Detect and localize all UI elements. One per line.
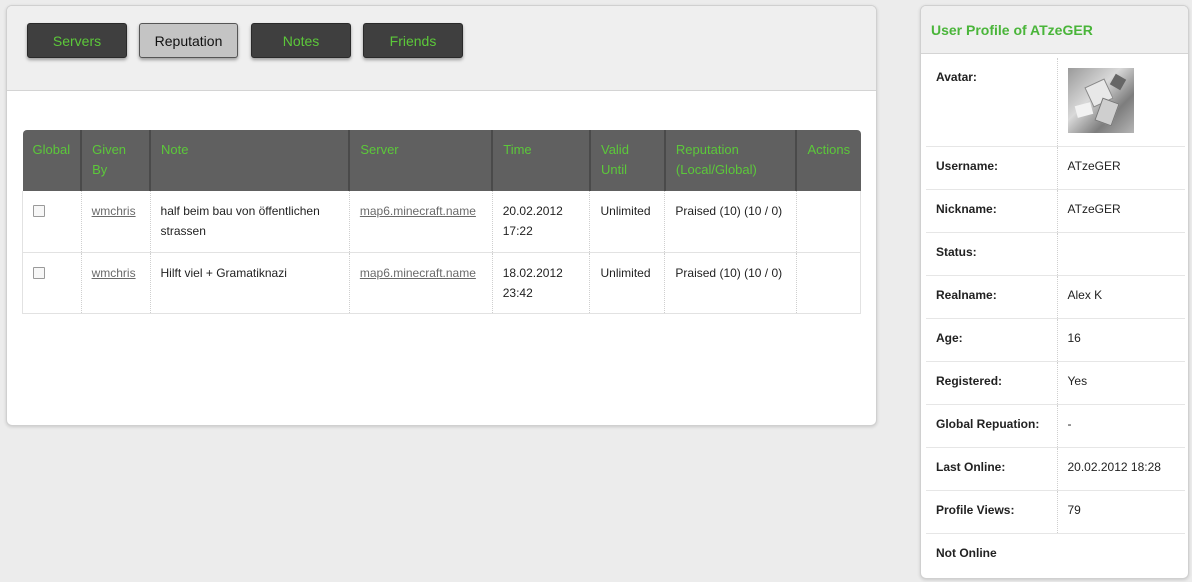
avatar [1067,68,1134,133]
profile-label: Username: [926,146,1058,190]
profile-row-registered: Registered: Yes [926,361,1185,405]
profile-value [1057,232,1185,276]
column-header-valid-until[interactable]: Valid Until [589,130,666,191]
actions-cell [796,191,862,253]
profile-label: Nickname: [926,189,1058,233]
reputation-cell: Praised (10) (10 / 0) [664,252,797,314]
reputation-table: Global Given By Note Server Time Valid Unt… [22,130,862,314]
valid-until-cell: Unlimited [589,191,666,253]
profile-value: 20.02.2012 18:28 [1057,447,1185,491]
profile-row-global-reputation: Global Repuation: - [926,404,1185,448]
actions-cell [796,252,862,314]
given-by-cell: wmchris [81,252,151,314]
global-cell [22,252,82,314]
profile-value [1057,58,1185,147]
table-row: wmchris Hilft viel + Gramatiknazi map6.m… [22,252,862,314]
profile-row-age: Age: 16 [926,318,1185,362]
given-by-cell: wmchris [81,191,151,253]
profile-value: Alex K [1057,275,1185,319]
time-cell: 20.02.2012 17:22 [492,191,591,253]
profile-label: Age: [926,318,1058,362]
note-cell: Hilft viel + Gramatiknazi [150,252,350,314]
global-checkbox[interactable] [33,205,45,217]
time-cell: 18.02.2012 23:42 [492,252,591,314]
profile-row-avatar: Avatar: [926,58,1185,147]
profile-value: Yes [1057,361,1185,405]
profile-label: Global Repuation: [926,404,1058,448]
profile-table: Avatar: Username: ATzeGER Nickname: ATze… [926,58,1185,576]
column-header-global[interactable]: Global [22,130,83,191]
server-link[interactable]: map6.minecraft.name [360,204,476,218]
profile-row-status: Status: [926,232,1185,276]
reputation-panel: Servers Reputation Notes Friends Global … [6,5,877,426]
profile-label: Profile Views: [926,490,1058,534]
column-header-time[interactable]: Time [492,130,591,191]
profile-label: Status: [926,232,1058,276]
tab-servers[interactable]: Servers [27,23,127,58]
profile-value [1057,533,1185,576]
online-status: Not Online [936,545,997,560]
profile-value: 16 [1057,318,1185,362]
column-header-given-by[interactable]: Given By [81,130,152,191]
server-cell: map6.minecraft.name [349,191,493,253]
global-checkbox[interactable] [33,266,45,279]
tab-notes[interactable]: Notes [251,23,351,58]
tab-friends[interactable]: Friends [363,23,463,58]
profile-value: ATzeGER [1057,146,1185,190]
given-by-link[interactable]: wmchris [92,204,136,218]
profile-value: ATzeGER [1057,189,1185,233]
server-cell: map6.minecraft.name [349,252,493,314]
profile-row-online-status: Not Online [926,533,1185,576]
profile-row-nickname: Nickname: ATzeGER [926,189,1185,233]
given-by-link[interactable]: wmchris [92,266,136,280]
server-link[interactable]: map6.minecraft.name [360,266,476,280]
reputation-cell: Praised (10) (10 / 0) [664,191,797,253]
column-header-actions[interactable]: Actions [796,130,861,191]
profile-row-last-online: Last Online: 20.02.2012 18:28 [926,447,1185,491]
profile-row-profile-views: Profile Views: 79 [926,490,1185,534]
profile-value: - [1057,404,1185,448]
note-cell: half beim bau von öffentlichen strassen [150,191,350,253]
column-header-note[interactable]: Note [150,130,351,191]
profile-label: Registered: [926,361,1058,405]
tab-bar: Servers Reputation Notes Friends [7,6,876,91]
table-header-row: Global Given By Note Server Time Valid Unt… [22,130,861,191]
user-profile-panel: User Profile of ATzeGER Avatar: Username… [920,5,1189,579]
profile-row-username: Username: ATzeGER [926,146,1185,190]
profile-label: Avatar: [926,58,1058,147]
column-header-reputation[interactable]: Reputation (Local/Global) [664,130,798,191]
profile-title: User Profile of ATzeGER [921,6,1188,54]
tab-reputation[interactable]: Reputation [139,23,238,58]
table-row: wmchris half beim bau von öffentlichen st… [22,191,862,253]
global-cell [22,191,82,253]
profile-row-realname: Realname: Alex K [926,275,1185,319]
profile-label: Last Online: [926,447,1058,491]
profile-label: Realname: [926,275,1058,319]
column-header-server[interactable]: Server [349,130,494,191]
valid-until-cell: Unlimited [589,252,666,314]
profile-value: 79 [1057,490,1185,534]
